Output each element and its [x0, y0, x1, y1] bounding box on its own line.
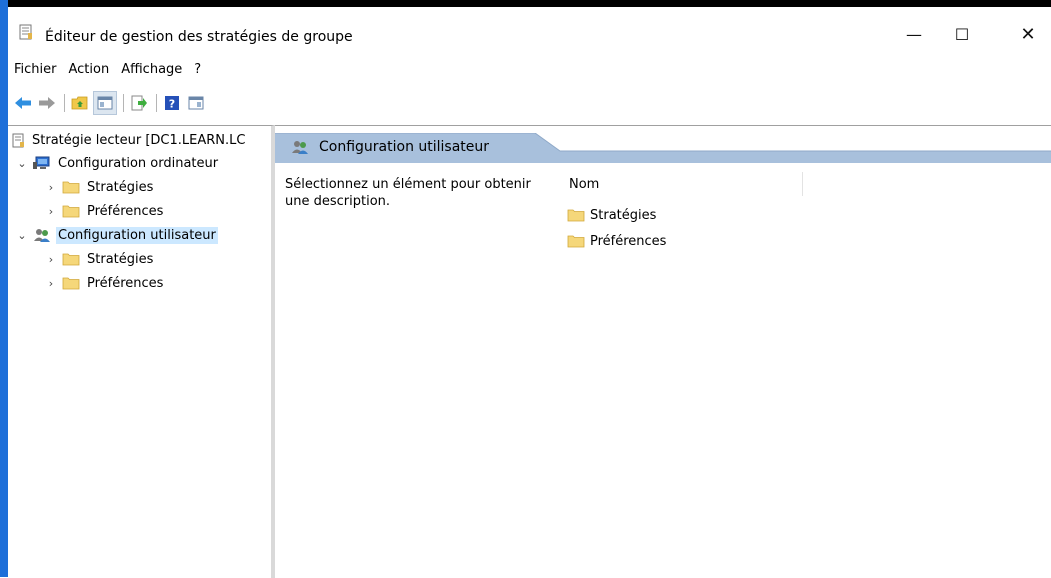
chevron-right-icon[interactable]: › — [45, 205, 57, 218]
menu-fichier[interactable]: Fichier — [8, 62, 63, 84]
column-header-label: Nom — [569, 176, 600, 192]
window-title: Éditeur de gestion des stratégies de gro… — [45, 29, 353, 45]
up-folder-icon[interactable] — [69, 92, 91, 114]
top-frame-edge — [0, 0, 1051, 7]
chevron-right-icon[interactable]: › — [45, 253, 57, 266]
toolbar: ? — [12, 91, 209, 115]
show-hide-tree-icon[interactable] — [93, 91, 117, 115]
chevron-right-icon[interactable]: › — [45, 277, 57, 290]
tree-root[interactable]: Stratégie lecteur [DC1.LEARN.LC — [12, 129, 247, 151]
tree-item-label: Préférences — [87, 203, 164, 219]
tree-item-user-config[interactable]: ⌄ Configuration utilisateur — [16, 224, 218, 246]
tree-item-label: Configuration utilisateur — [56, 226, 218, 244]
list-item-label: Préférences — [590, 233, 667, 249]
svg-text:?: ? — [169, 98, 175, 111]
menu-affichage[interactable]: Affichage — [115, 62, 188, 84]
menu-bar: Fichier Action Affichage ? — [8, 62, 207, 84]
tree-root-label: Stratégie lecteur [DC1.LEARN.LC — [32, 132, 246, 148]
gpme-window: Éditeur de gestion des stratégies de gro… — [8, 7, 1051, 578]
back-arrow-icon[interactable] — [12, 92, 34, 114]
folder-icon — [567, 234, 585, 248]
toolbar-separator — [156, 94, 157, 112]
folder-icon — [62, 180, 80, 194]
forward-arrow-icon[interactable] — [36, 92, 58, 114]
minimize-button[interactable]: — — [891, 21, 937, 47]
close-button[interactable]: ✕ — [1005, 21, 1051, 47]
description-text: Sélectionnez un élément pour obtenir une… — [285, 177, 531, 209]
chevron-down-icon[interactable]: ⌄ — [16, 229, 28, 242]
toolbar-separator — [64, 94, 65, 112]
tree-pane[interactable]: Stratégie lecteur [DC1.LEARN.LC ⌄ Config… — [8, 125, 275, 578]
left-frame-edge — [0, 0, 8, 577]
tree-item-label: Préférences — [87, 275, 164, 291]
tree-item-label: Stratégies — [87, 179, 154, 195]
menu-help[interactable]: ? — [188, 62, 207, 84]
tree-item-cc-policies[interactable]: › Stratégies — [45, 176, 155, 198]
export-list-icon[interactable] — [128, 92, 150, 114]
column-header-name[interactable]: Nom — [569, 172, 803, 196]
properties-icon[interactable] — [185, 92, 207, 114]
tree-item-label: Stratégies — [87, 251, 154, 267]
title-bar[interactable]: Éditeur de gestion des stratégies de gro… — [8, 7, 1051, 55]
chevron-right-icon[interactable]: › — [45, 181, 57, 194]
folder-icon — [62, 204, 80, 218]
folder-icon — [62, 276, 80, 290]
users-icon — [33, 227, 51, 243]
content-pane: Configuration utilisateur Sélectionnez u… — [275, 125, 1051, 578]
tree-item-uc-preferences[interactable]: › Préférences — [45, 272, 165, 294]
list-item-policies[interactable]: Stratégies — [567, 204, 656, 226]
maximize-button[interactable]: ☐ — [939, 21, 985, 47]
toolbar-separator — [123, 94, 124, 112]
tree-item-label: Configuration ordinateur — [58, 155, 219, 171]
computer-icon — [33, 156, 51, 170]
users-icon — [291, 139, 309, 159]
tree-item-computer-config[interactable]: ⌄ Configuration ordinateur — [16, 152, 220, 174]
policy-document-icon — [12, 133, 25, 148]
menu-action[interactable]: Action — [63, 62, 116, 84]
content-header: Configuration utilisateur — [275, 133, 1051, 163]
tree-item-cc-preferences[interactable]: › Préférences — [45, 200, 165, 222]
help-icon[interactable]: ? — [161, 92, 183, 114]
tree-item-uc-policies[interactable]: › Stratégies — [45, 248, 155, 270]
chevron-down-icon[interactable]: ⌄ — [16, 157, 28, 170]
folder-icon — [567, 208, 585, 222]
folder-icon — [62, 252, 80, 266]
list-item-label: Stratégies — [590, 207, 657, 223]
policy-editor-icon — [19, 24, 33, 40]
content-header-title: Configuration utilisateur — [319, 139, 490, 155]
list-item-preferences[interactable]: Préférences — [567, 230, 666, 252]
